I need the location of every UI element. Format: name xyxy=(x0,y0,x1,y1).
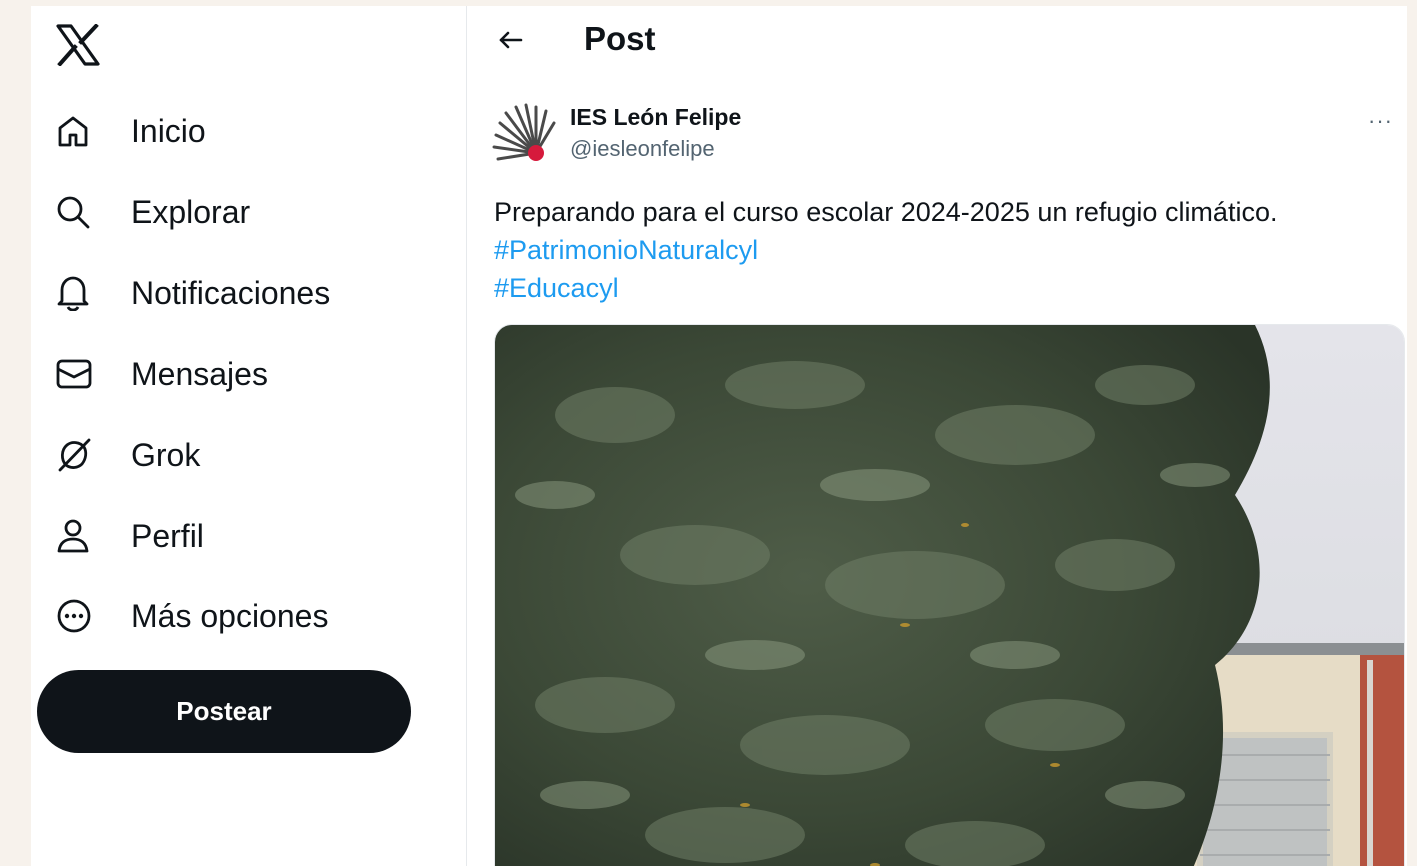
sidebar: Inicio Explorar Notificaciones Mensajes … xyxy=(31,6,467,866)
main-column: Post IES León Felipe @iesleonfelipe ··· … xyxy=(467,6,1407,866)
app-window: Inicio Explorar Notificaciones Mensajes … xyxy=(31,6,1407,866)
sidebar-item-label: Grok xyxy=(131,436,201,473)
more-circle-icon xyxy=(56,596,96,636)
more-options-icon[interactable]: ··· xyxy=(1368,108,1393,134)
search-icon xyxy=(56,192,96,232)
hashtag-link[interactable]: #Educacyl xyxy=(494,269,1277,307)
sidebar-item-inicio[interactable]: Inicio xyxy=(56,106,206,156)
post-text: Preparando para el curso escolar 2024-20… xyxy=(494,193,1277,307)
sidebar-item-label: Más opciones xyxy=(131,597,329,634)
sidebar-item-label: Explorar xyxy=(131,193,251,230)
sidebar-item-label: Inicio xyxy=(131,112,206,149)
sidebar-item-mas-opciones[interactable]: Más opciones xyxy=(56,591,328,641)
x-logo-icon[interactable] xyxy=(56,23,100,67)
grok-icon xyxy=(56,435,96,475)
sidebar-item-label: Notificaciones xyxy=(131,274,331,311)
back-arrow-icon[interactable] xyxy=(495,24,527,56)
sidebar-item-grok[interactable]: Grok xyxy=(56,430,200,480)
sidebar-item-notificaciones[interactable]: Notificaciones xyxy=(56,268,330,318)
bell-icon xyxy=(56,273,96,313)
sidebar-item-perfil[interactable]: Perfil xyxy=(56,511,204,561)
page-title: Post xyxy=(584,20,656,57)
sidebar-item-label: Perfil xyxy=(131,517,204,554)
hashtag-link[interactable]: #PatrimonioNaturalcyl xyxy=(494,231,1277,269)
person-icon xyxy=(56,516,96,556)
sidebar-item-explorar[interactable]: Explorar xyxy=(56,187,250,237)
sidebar-item-label: Mensajes xyxy=(131,355,268,392)
author-handle[interactable]: @iesleonfelipe xyxy=(570,136,715,162)
post-body: Preparando para el curso escolar 2024-20… xyxy=(494,197,1278,227)
avatar[interactable] xyxy=(492,103,558,165)
author-name[interactable]: IES León Felipe xyxy=(570,104,741,131)
home-icon xyxy=(56,111,96,151)
post-photo[interactable] xyxy=(494,324,1405,866)
post-button[interactable]: Postear xyxy=(37,670,411,753)
mail-icon xyxy=(56,354,96,394)
sidebar-item-mensajes[interactable]: Mensajes xyxy=(56,349,268,399)
